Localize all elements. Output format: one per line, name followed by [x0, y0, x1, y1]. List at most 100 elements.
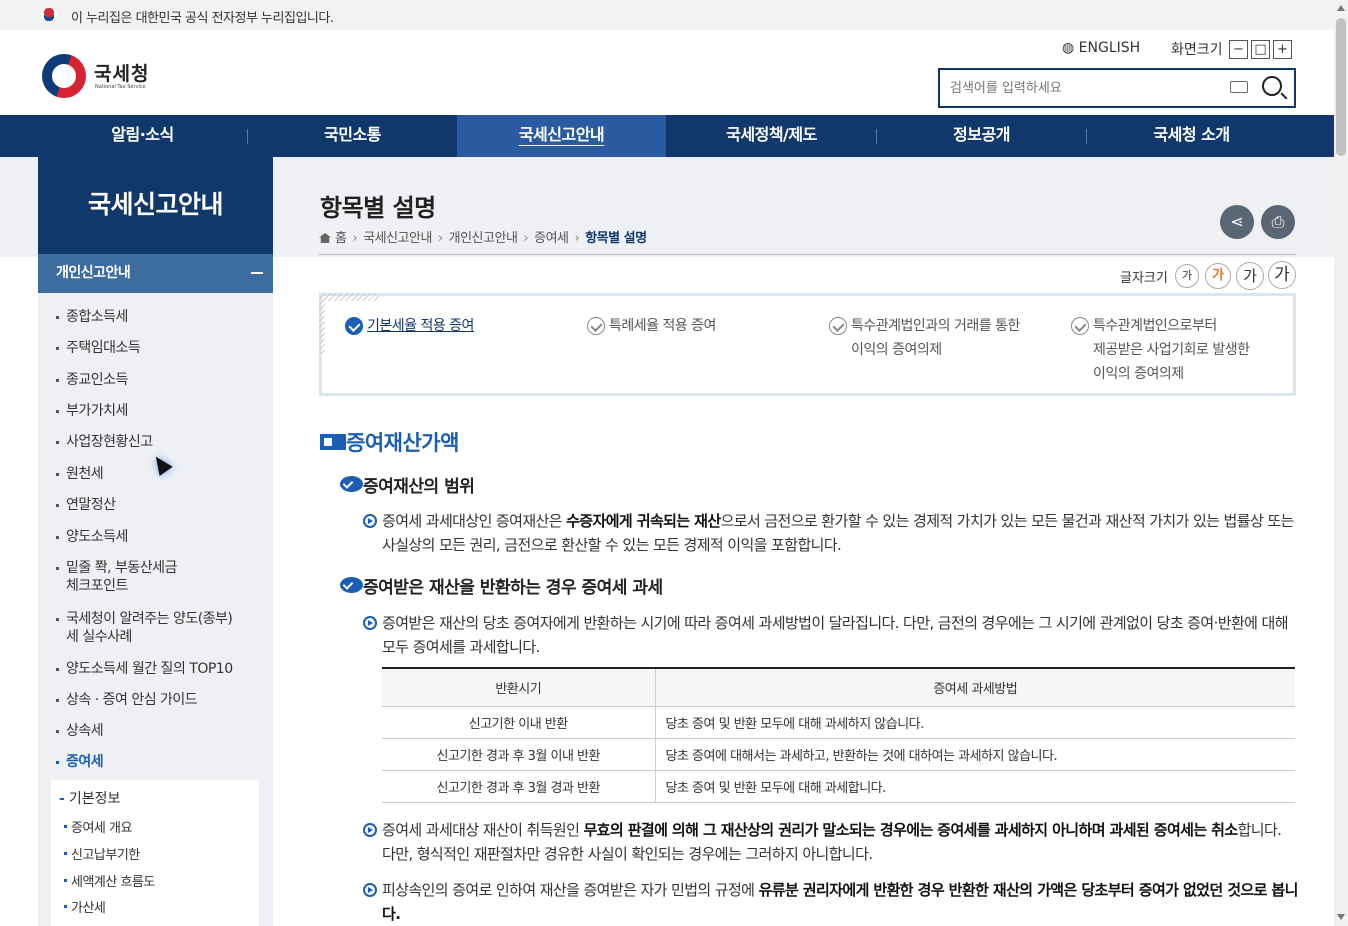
lnb-subnav-item[interactable]: 가산세: [63, 897, 106, 916]
table-cell: 당초 증여 및 반환 모두에 대해 과세하지 않습니다.: [655, 706, 1295, 739]
tab-business-opportunity[interactable]: 특수관계법인으로부터 제공받은 사업기회로 발생한 이익의 증여의제: [1071, 314, 1250, 386]
breadcrumb-item[interactable]: 국세신고안내: [363, 231, 432, 246]
table-row: 신고기한 이내 반환 당초 증여 및 반환 모두에 대해 과세하지 않습니다.: [382, 706, 1295, 739]
tab-related-corp-transaction[interactable]: 특수관계법인과의 거래를 통한 이익의 증여의제: [829, 314, 1020, 362]
minus-icon: [251, 272, 263, 274]
arrow-bullet-icon: [363, 823, 377, 837]
breadcrumb-current: 항목별 설명: [585, 231, 647, 246]
share-icon[interactable]: ⋖: [1220, 205, 1254, 239]
font-size-small-button[interactable]: 가: [1175, 264, 1199, 288]
search-box: [938, 68, 1296, 108]
lnb-section-label: 개인신고안내: [56, 265, 131, 281]
lnb-item[interactable]: 상속 · 증여 안심 가이드: [56, 691, 198, 709]
table-cell: 신고기한 경과 후 3월 이내 반환: [382, 738, 656, 771]
lnb-item[interactable]: 사업장현황신고: [56, 433, 153, 451]
nts-logo-icon[interactable]: [42, 54, 86, 98]
search-input[interactable]: [950, 78, 1220, 98]
subsection-title: 증여재산의 범위: [340, 472, 475, 497]
lnb-item[interactable]: 원천세: [56, 465, 104, 483]
divider: [319, 254, 1296, 255]
table-cell: 당초 증여에 대해서는 과세하고, 반환하는 것에 대하여는 과세하지 않습니다…: [655, 738, 1295, 771]
arrow-bullet-icon: [363, 616, 377, 630]
lnb-item[interactable]: 양도소득세 월간 질의 TOP10: [56, 660, 233, 678]
lnb-item[interactable]: 종교인소득: [56, 371, 128, 389]
lnb-subnav: 기본정보 증여세 개요 신고납부기한 세액계산 흐름도 가산세: [51, 780, 259, 926]
check-circle-icon: [345, 317, 363, 335]
site-header: 국세청 National Tax Service ◍ ENGLISH 화면크기 …: [0, 30, 1334, 115]
keyboard-icon[interactable]: [1230, 81, 1248, 93]
main-nav: 알림·소식 국민소통 국세신고안내 국세정책/제도 정보공개 국세청 소개: [0, 115, 1334, 157]
english-label: ENGLISH: [1078, 40, 1141, 56]
breadcrumb-item[interactable]: 개인신고안내: [449, 231, 518, 246]
page-title: 항목별 설명: [320, 194, 436, 222]
search-icon[interactable]: [1262, 76, 1282, 96]
zoom-in-button[interactable]: +: [1273, 40, 1292, 59]
logo-text[interactable]: 국세청: [94, 59, 149, 86]
zoom-reset-button[interactable]: □: [1251, 40, 1270, 59]
gov-banner: 이 누리집은 대한민국 공식 전자정부 누리집입니다.: [0, 0, 1334, 30]
paragraph: 증여받은 재산의 당초 증여자에게 반환하는 시기에 따라 증여세 과세방법이 …: [363, 611, 1298, 659]
lnb-subnav-item[interactable]: 신고납부기한: [64, 844, 140, 863]
check-circle-icon: [1071, 317, 1089, 335]
font-size-xlarge-button[interactable]: 가: [1268, 261, 1296, 289]
decoration: [319, 293, 325, 353]
breadcrumb-item[interactable]: 홈: [335, 231, 347, 246]
font-size-large-button[interactable]: 가: [1236, 262, 1264, 290]
scroll-down-icon[interactable]: [1337, 914, 1345, 920]
breadcrumb: 홈 › 국세신고안내 › 개인신고안내 › 증여세 › 항목별 설명: [319, 227, 647, 246]
screen-size-label: 화면크기: [1171, 42, 1223, 58]
table-row: 신고기한 경과 후 3월 이내 반환 당초 증여에 대해서는 과세하고, 반환하는…: [382, 738, 1295, 771]
lnb-item[interactable]: 양도소득세: [56, 528, 128, 546]
globe-icon: ◍: [1062, 40, 1075, 56]
arrow-bullet-icon: [363, 883, 377, 897]
paragraph: 증여세 과세대상인 증여재산은 수증자에게 귀속되는 재산으로서 금전으로 환가…: [363, 509, 1298, 557]
scrollbar-thumb[interactable]: [1336, 18, 1346, 156]
nav-disclosure[interactable]: 정보공개: [877, 115, 1086, 157]
lnb-subnav-header[interactable]: 기본정보: [59, 788, 121, 808]
gov-banner-text: 이 누리집은 대한민국 공식 전자정부 누리집입니다.: [71, 11, 334, 26]
section-title: 증여재산가액: [320, 427, 459, 457]
home-icon[interactable]: [319, 233, 331, 243]
tab-special-rate[interactable]: 특례세율 적용 증여: [587, 314, 716, 338]
lnb-item[interactable]: 종합소득세: [56, 308, 128, 326]
scroll-up-icon[interactable]: [1337, 5, 1345, 11]
table-header: 반환시기: [382, 667, 656, 707]
check-circle-icon: [340, 476, 363, 492]
lnb-subnav-item[interactable]: 세액계산 흐름도: [64, 871, 155, 890]
zoom-out-button[interactable]: −: [1229, 40, 1248, 59]
check-circle-icon: [829, 317, 847, 335]
breadcrumb-item[interactable]: 증여세: [534, 231, 569, 246]
arrow-bullet-icon: [363, 514, 377, 528]
nav-tax-filing[interactable]: 국세신고안내: [457, 115, 666, 157]
lnb-item[interactable]: 연말정산: [56, 496, 116, 514]
lnb-item[interactable]: 주택임대소득: [56, 339, 141, 357]
nav-tax-policy[interactable]: 국세정책/제도: [667, 115, 876, 157]
paragraph: 피상속인의 증여로 인하여 재산을 증여받은 자가 민법의 규정에 유류분 권리…: [363, 878, 1298, 926]
tab-basic-rate[interactable]: 기본세율 적용 증여: [345, 314, 474, 338]
lnb-title: 국세신고안내: [38, 157, 273, 254]
return-timing-table: 반환시기 증여세 과세방법 신고기한 이내 반환 당초 증여 및 반환 모두에 대…: [382, 667, 1295, 803]
nav-communication[interactable]: 국민소통: [248, 115, 457, 157]
lnb-subnav-item[interactable]: 증여세 개요: [64, 817, 132, 836]
square-bullet-icon: [320, 434, 346, 450]
lnb-item-current[interactable]: 증여세: [56, 753, 104, 771]
print-icon[interactable]: ⎙: [1261, 205, 1295, 239]
lnb-item[interactable]: 밑줄 쫙, 부동산세금 체크포인트: [56, 559, 177, 595]
english-link[interactable]: ◍ ENGLISH: [1062, 40, 1140, 56]
scrollbar[interactable]: [1334, 0, 1348, 926]
tax-type-tabs: 기본세율 적용 증여 특례세율 적용 증여 특수관계법인과의 거래를 통한 이익의…: [319, 293, 1296, 396]
lnb-item[interactable]: 상속세: [56, 722, 104, 740]
lnb-item[interactable]: 부가가치세: [56, 402, 128, 420]
font-size-label: 글자크기: [1120, 271, 1168, 286]
decoration: [319, 293, 379, 301]
paragraph: 증여세 과세대상 재산이 취득원인 무효의 판결에 의해 그 재산상의 권리가 …: [363, 818, 1298, 866]
subsection-title: 증여받은 재산을 반환하는 경우 증여세 과세: [340, 573, 663, 598]
table-row: 신고기한 경과 후 3월 경과 반환 당초 증여 및 반환 모두에 대해 과세합니…: [382, 770, 1295, 803]
lnb-section-toggle[interactable]: 개인신고안내: [38, 254, 273, 293]
table-header: 증여세 과세방법: [655, 667, 1295, 707]
nav-about[interactable]: 국세청 소개: [1087, 115, 1296, 157]
lnb-item[interactable]: 국세청이 알려주는 양도(종부) 세 실수사례: [56, 610, 233, 646]
logo-subtext: National Tax Service: [95, 84, 146, 90]
nav-news[interactable]: 알림·소식: [38, 115, 247, 157]
font-size-default-button[interactable]: 가: [1205, 263, 1231, 289]
